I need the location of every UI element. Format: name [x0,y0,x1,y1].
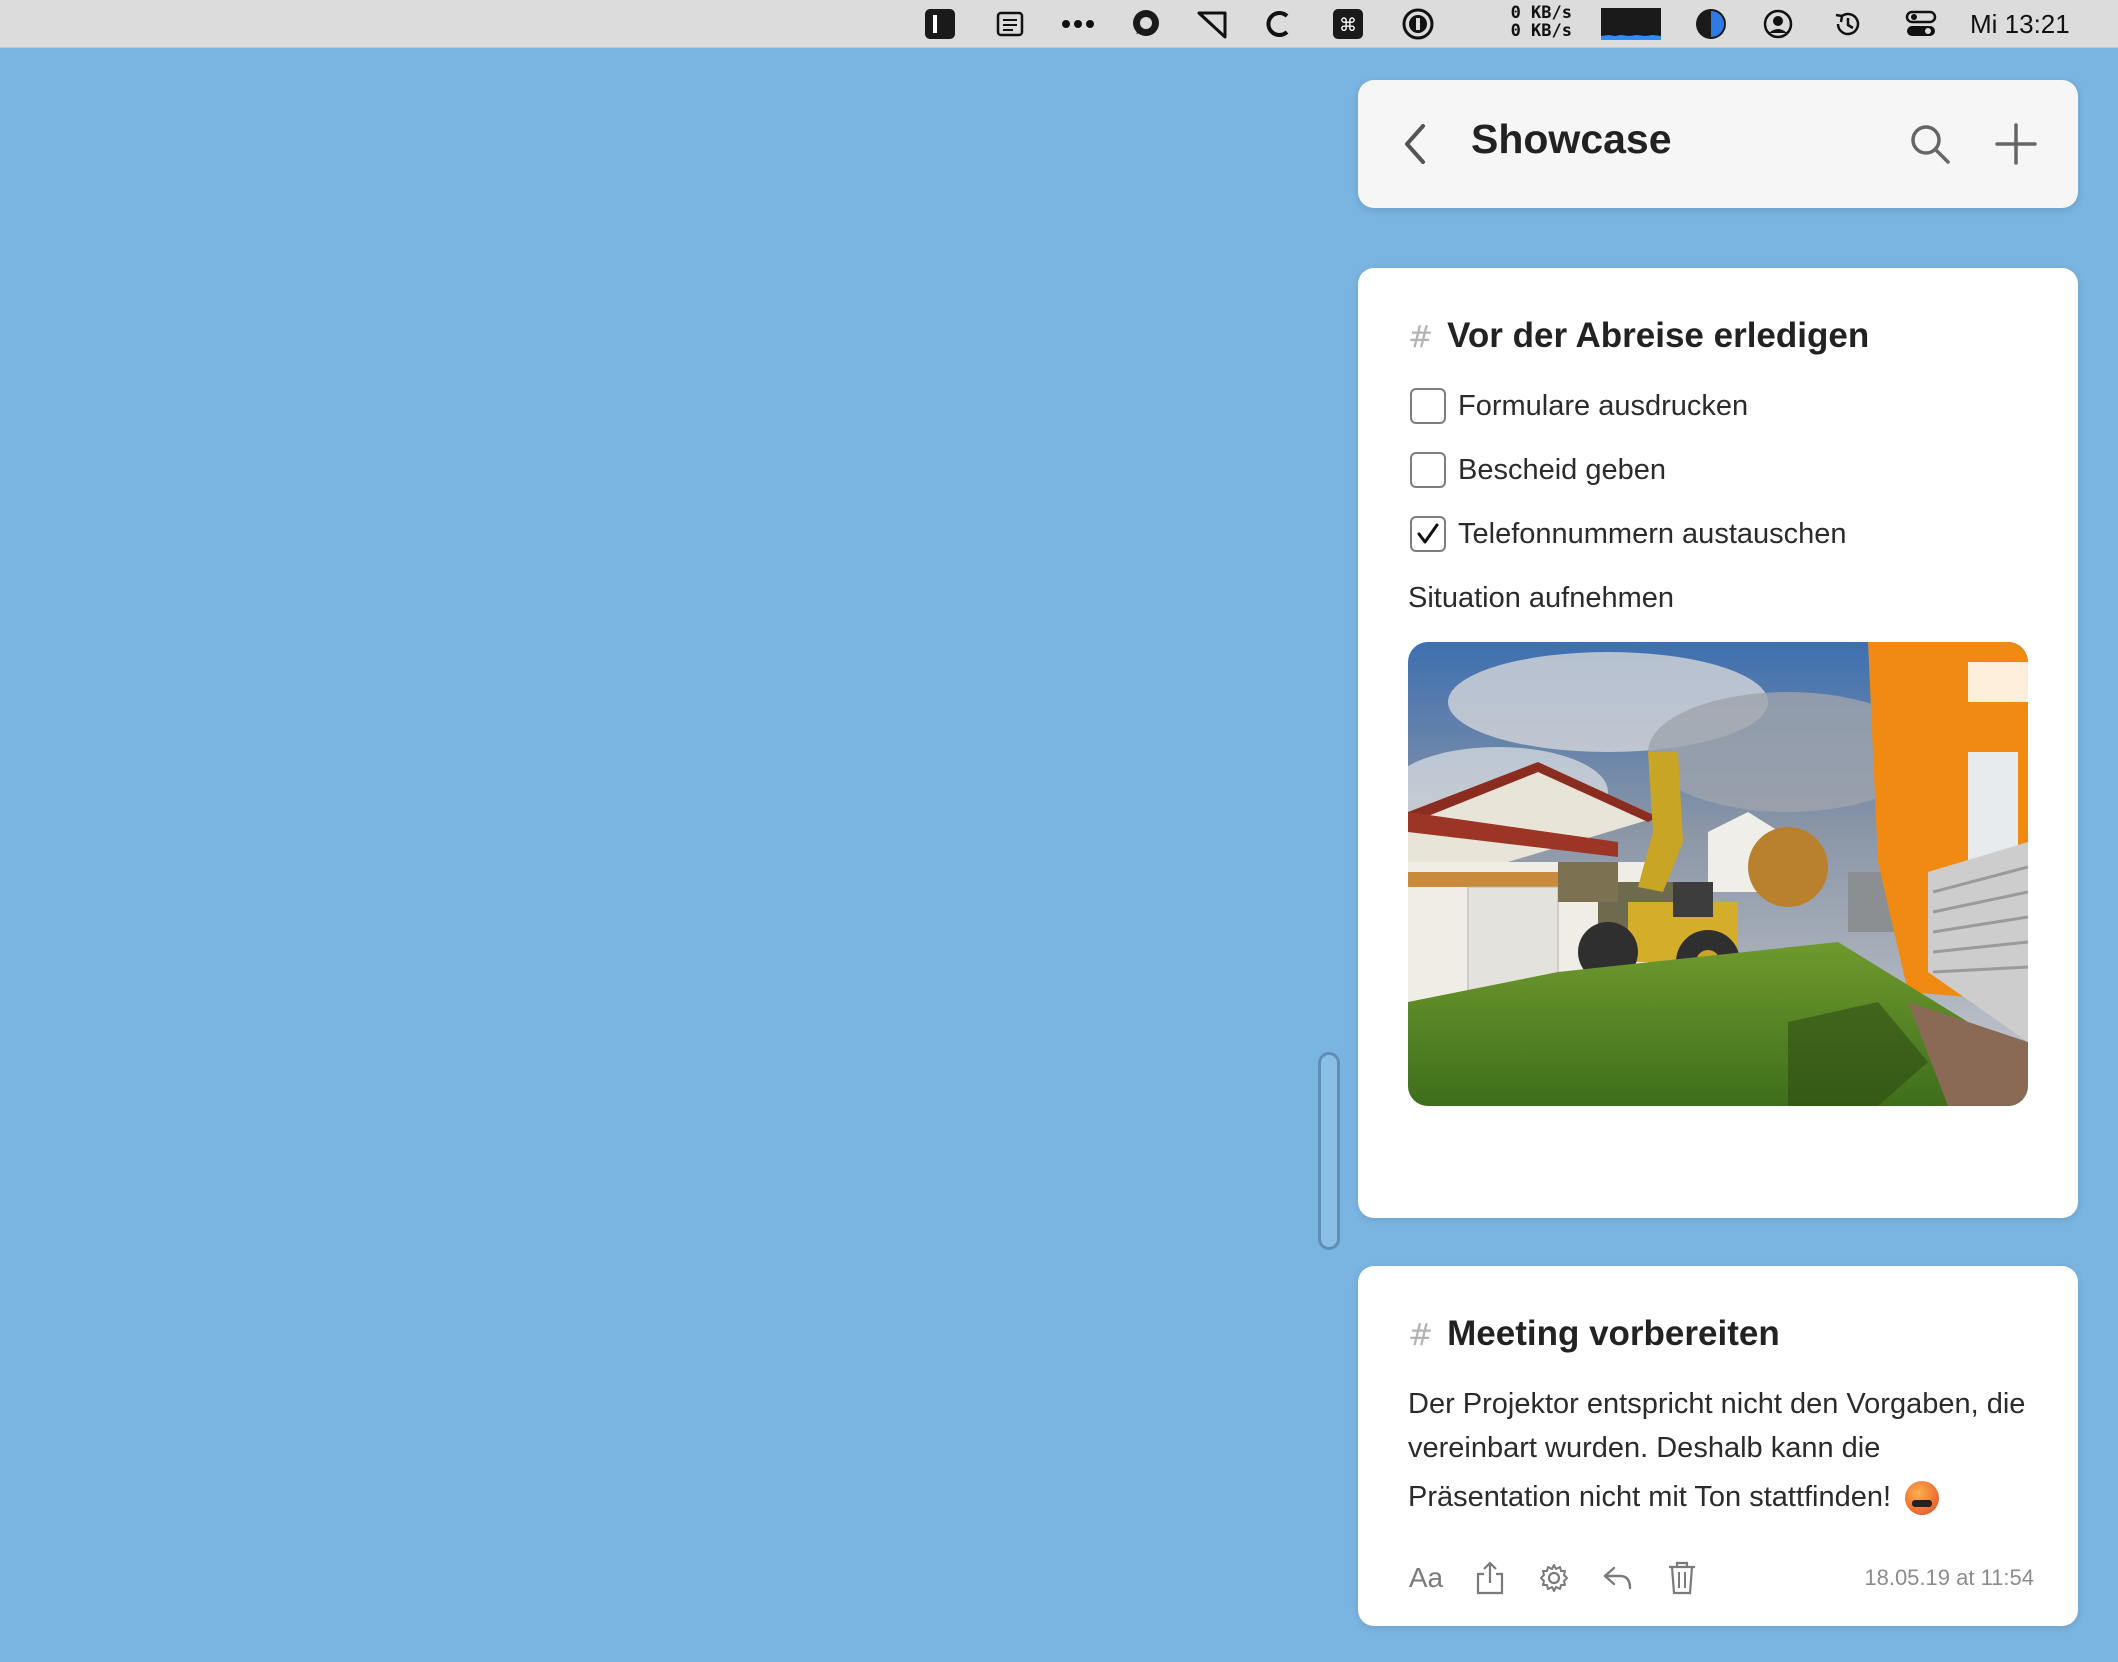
todo-checkbox-checked[interactable] [1410,516,1446,552]
note-body-line: Präsentation nicht mit Ton stattfinden! [1408,1481,1892,1513]
time-machine-icon[interactable] [1830,0,1866,48]
note-card[interactable]: # Meeting vorbereiten Der Projektor ents… [1358,1266,2078,1626]
notes-list-icon[interactable] [992,0,1028,48]
todo-item: Bescheid geben [1410,448,1666,492]
format-button[interactable]: Aa [1404,1556,1448,1600]
note-title: Vor der Abreise erledigen [1447,316,1870,355]
todo-item: Formulare ausdrucken [1410,384,1748,428]
share-button[interactable] [1468,1556,1512,1600]
bear-icon[interactable] [922,0,958,48]
construction-site-photo[interactable] [1408,642,2028,1106]
todo-checkbox[interactable] [1410,452,1446,488]
page-title: Showcase [1471,116,1672,162]
network-speed: 0 KB/s 0 KB/s [1500,4,1572,40]
trash-icon [1669,1561,1695,1595]
menu-bar: ⌘ 0 KB/s 0 KB/s Mi 13:21 [0,0,2118,48]
todo-checkbox[interactable] [1410,388,1446,424]
undo-button[interactable] [1596,1556,1640,1600]
clock[interactable]: Mi 13:21 [1970,0,2070,48]
reply-icon [1603,1566,1632,1590]
back-button[interactable] [1388,116,1444,172]
gear-icon [1540,1564,1568,1592]
command-icon[interactable]: ⌘ [1330,0,1366,48]
svg-text:⌘: ⌘ [1339,15,1357,36]
header-bar: Showcase [1358,80,2078,208]
net-up-text: 0 KB/s [1510,3,1572,23]
note-timestamp: 18.05.19 at 11:54 [1864,1565,2034,1590]
user-icon[interactable] [1760,0,1796,48]
network-graph-icon[interactable] [1600,0,1662,48]
note-heading: # Meeting vorbereiten [1408,1314,1780,1354]
net-down-text: 0 KB/s [1510,21,1572,41]
note-heading: # Vor der Abreise erledigen [1408,316,1869,356]
c-app-icon[interactable] [1260,0,1296,48]
add-note-button[interactable] [1988,116,2044,172]
angry-emoji-icon [1905,1481,1940,1516]
heading-hash: # [1408,320,1434,355]
format-label: Aa [1408,1562,1444,1593]
note-body-line: vereinbart wurden. Deshalb kann die [1408,1432,1881,1464]
chat-icon[interactable] [1128,0,1164,48]
todo-label: Formulare ausdrucken [1458,389,1749,422]
checkmark-icon [1417,523,1439,544]
delete-button[interactable] [1660,1556,1704,1600]
note-card[interactable]: # Vor der Abreise erledigen Formulare au… [1358,268,2078,1218]
plus-icon [1995,123,2037,165]
control-center-icon[interactable] [1902,0,1940,48]
scroll-handle[interactable] [1318,1052,1340,1250]
note-body-line: Der Projektor entspricht nicht den Vorga… [1408,1388,2026,1420]
onepassword-icon[interactable] [1400,0,1436,48]
heading-hash: # [1408,1318,1434,1353]
todo-label: Bescheid geben [1458,453,1666,486]
note-title: Meeting vorbereiten [1447,1314,1780,1353]
note-body: Der Projektor entspricht nicht den Vorga… [1408,1382,2048,1524]
chevron-left-icon [1405,124,1425,164]
search-button[interactable] [1902,116,1958,172]
todo-label: Telefonnummern austauschen [1458,517,1847,550]
more-icon[interactable] [1058,0,1098,48]
share-icon [1476,1561,1504,1595]
appearance-icon[interactable] [1692,0,1730,48]
note-footer: Aa 18.05.19 at 11:54 [1404,1556,2034,1600]
todo-item: Telefonnummern austauschen [1410,512,1847,556]
note-body-line-last: Präsentation nicht mit Ton stattfinden! [1408,1470,2048,1524]
pointer-tool-icon[interactable] [1194,0,1230,48]
note-text: Situation aufnehmen [1408,582,1675,614]
settings-button[interactable] [1532,1556,1576,1600]
search-icon [1911,125,1950,164]
